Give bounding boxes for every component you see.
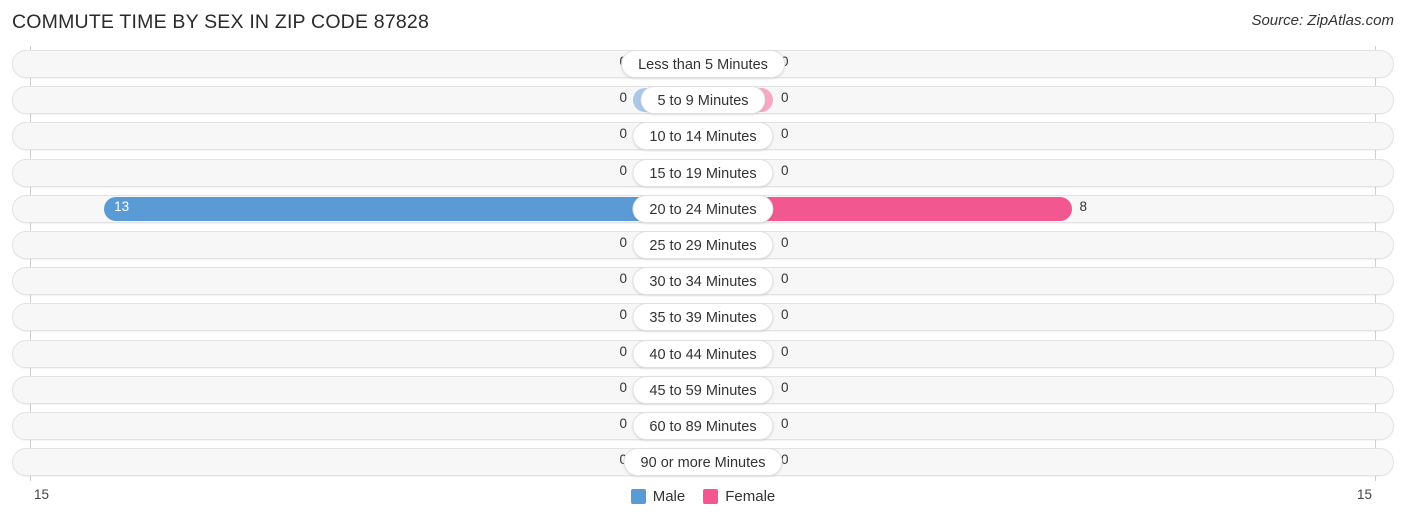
bar-value-female: 8	[1079, 198, 1088, 214]
chart-footer: 15 15 Male Female	[0, 481, 1406, 523]
category-label: 25 to 29 Minutes	[632, 230, 774, 259]
row-bars: 0 0 35 to 39 Minutes	[12, 303, 1394, 332]
bar-value-male: 13	[114, 198, 130, 214]
row-bars: 0090 or more Minutes	[12, 448, 1394, 477]
table-row[interactable]: 00Less than 5 Minutes	[0, 46, 1406, 82]
table-row[interactable]: 13 8 20 to 24 Minutes	[0, 191, 1406, 227]
category-label: 60 to 89 Minutes	[632, 411, 774, 440]
commute-time-chart: COMMUTE TIME BY SEX IN ZIP CODE 87828 So…	[0, 0, 1406, 523]
row-bars: 0 0 10 to 14 Minutes	[12, 122, 1394, 151]
legend-item-male[interactable]: Male	[630, 488, 686, 505]
table-row[interactable]: 0 0 45 to 59 Minutes	[0, 372, 1406, 408]
bar-value-male: 0	[619, 307, 627, 323]
bar-value-female: 0	[781, 343, 789, 359]
row-bars: 0 0 5 to 9 Minutes	[12, 86, 1394, 115]
table-row[interactable]: 0 0 5 to 9 Minutes	[0, 82, 1406, 118]
bar-value-male: 0	[619, 90, 627, 106]
bar-value-male: 0	[619, 234, 627, 250]
page-title: COMMUTE TIME BY SEX IN ZIP CODE 87828	[12, 11, 430, 33]
legend-swatch-male-icon	[630, 489, 646, 504]
category-label: 90 or more Minutes	[623, 448, 783, 477]
category-label: 35 to 39 Minutes	[632, 303, 774, 332]
bar-value-female: 0	[781, 126, 789, 142]
bar-value-female: 0	[781, 90, 789, 106]
row-bars: 13 8 20 to 24 Minutes	[12, 194, 1394, 223]
bar-value-male: 0	[619, 343, 627, 359]
category-label: Less than 5 Minutes	[621, 50, 785, 78]
bar-value-male: 0	[619, 415, 627, 431]
category-label: 45 to 59 Minutes	[632, 375, 774, 404]
bar-value-female: 0	[781, 307, 789, 323]
table-row[interactable]: 0 0 10 to 14 Minutes	[0, 118, 1406, 154]
category-label: 30 to 34 Minutes	[632, 267, 774, 296]
table-row[interactable]: 0 0 60 to 89 Minutes	[0, 408, 1406, 444]
legend-swatch-female-icon	[703, 489, 719, 504]
row-bars: 0 0 45 to 59 Minutes	[12, 375, 1394, 404]
table-row[interactable]: 0 0 15 to 19 Minutes	[0, 155, 1406, 191]
row-bars: 0 0 40 to 44 Minutes	[12, 339, 1394, 368]
legend-label-female: Female	[725, 488, 776, 505]
legend: Male Female	[0, 488, 1406, 505]
legend-item-female[interactable]: Female	[703, 488, 775, 505]
bar-male[interactable]	[104, 196, 703, 221]
category-label: 10 to 14 Minutes	[632, 122, 774, 151]
legend-label-male: Male	[652, 488, 686, 505]
category-label: 5 to 9 Minutes	[640, 86, 766, 115]
category-label: 15 to 19 Minutes	[632, 158, 774, 187]
source-attribution: Source: ZipAtlas.com	[1251, 12, 1394, 29]
bar-value-male: 0	[619, 271, 627, 287]
bar-value-female: 0	[781, 234, 789, 250]
category-label: 20 to 24 Minutes	[632, 194, 774, 223]
bar-value-male: 0	[619, 162, 627, 178]
row-bars: 0 0 30 to 34 Minutes	[12, 267, 1394, 296]
chart-header: COMMUTE TIME BY SEX IN ZIP CODE 87828 So…	[0, 0, 1406, 46]
bar-value-female: 0	[781, 271, 789, 287]
bar-value-female: 0	[781, 415, 789, 431]
bar-value-female: 0	[781, 162, 789, 178]
row-bars: 0 0 60 to 89 Minutes	[12, 411, 1394, 440]
row-bars: 00Less than 5 Minutes	[12, 50, 1394, 78]
row-bars: 0 0 15 to 19 Minutes	[12, 158, 1394, 187]
bar-value-male: 0	[619, 379, 627, 395]
table-row[interactable]: 0090 or more Minutes	[0, 444, 1406, 480]
plot-area: 00Less than 5 Minutes005 to 9 Minutes001…	[0, 46, 1406, 481]
table-row[interactable]: 0 0 35 to 39 Minutes	[0, 299, 1406, 335]
row-bars: 0 0 25 to 29 Minutes	[12, 230, 1394, 259]
bar-value-male: 0	[619, 126, 627, 142]
bar-value-female: 0	[781, 379, 789, 395]
table-row[interactable]: 0 0 25 to 29 Minutes	[0, 227, 1406, 263]
table-row[interactable]: 0 0 40 to 44 Minutes	[0, 336, 1406, 372]
table-row[interactable]: 0 0 30 to 34 Minutes	[0, 263, 1406, 299]
category-label: 40 to 44 Minutes	[632, 339, 774, 368]
bar-rows: 00Less than 5 Minutes005 to 9 Minutes001…	[0, 46, 1406, 481]
